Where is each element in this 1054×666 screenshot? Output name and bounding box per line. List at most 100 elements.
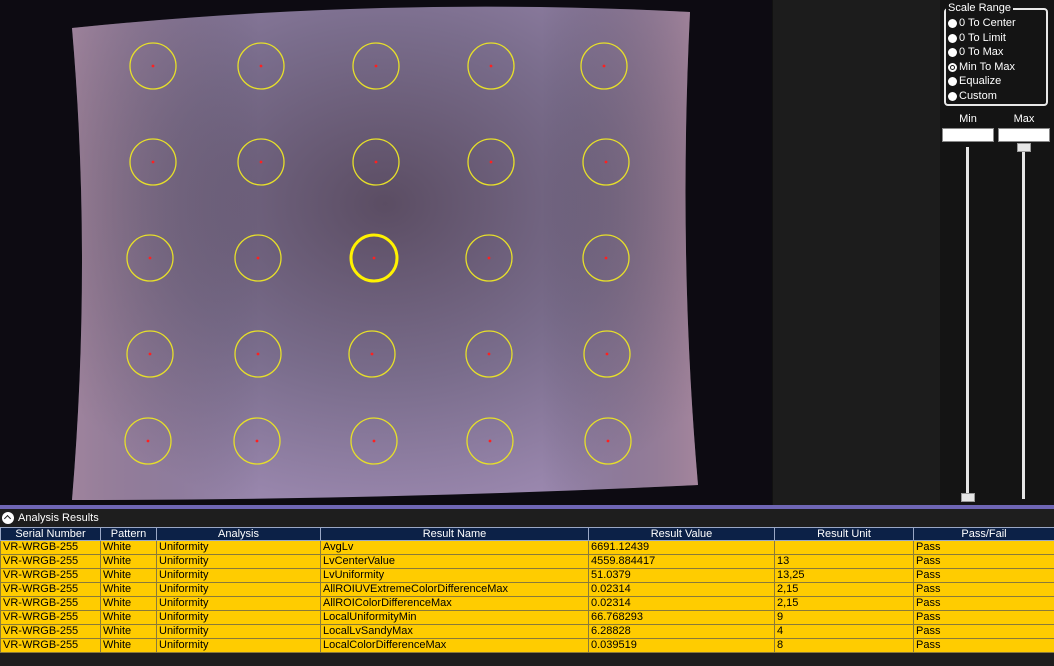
roi-center-dot — [602, 64, 606, 68]
table-header-row: Serial Number Pattern Analysis Result Name R… — [0, 527, 1054, 541]
roi-center-dot — [151, 160, 155, 164]
table-cell: Pass — [913, 596, 1054, 611]
scale-option-custom[interactable]: Custom — [948, 89, 997, 103]
roi-center-dot — [605, 352, 609, 356]
table-row[interactable]: VR-WRGB-255 White Uniformity LocalLvSandyMa… — [0, 624, 1054, 639]
roi-center-dot — [148, 256, 152, 260]
roi-center-dot — [604, 256, 608, 260]
table-cell: White — [100, 638, 157, 653]
radio-icon[interactable] — [948, 47, 957, 57]
table-cell: VR-WRGB-255 — [0, 624, 101, 639]
column-header[interactable]: Pattern — [100, 527, 157, 541]
collapse-chevron-icon[interactable] — [2, 512, 14, 524]
table-cell: Pass — [913, 554, 1054, 569]
table-cell: Uniformity — [156, 624, 321, 639]
column-header[interactable]: Serial Number — [0, 527, 101, 541]
table-cell: 2,15 — [774, 596, 914, 611]
table-cell: VR-WRGB-255 — [0, 610, 101, 625]
column-header[interactable]: Analysis — [156, 527, 321, 541]
table-row[interactable]: VR-WRGB-255 White Uniformity AvgLv 6691.1243… — [0, 540, 1054, 555]
scale-option-0-to-limit[interactable]: 0 To Limit — [948, 31, 1006, 45]
scale-option-min-to-max[interactable]: Min To Max — [948, 60, 1015, 74]
roi-center-dot — [374, 64, 378, 68]
table-cell: 9 — [774, 610, 914, 625]
table-cell: White — [100, 596, 157, 611]
table-cell: AllROIUVExtremeColorDifferenceMax — [320, 582, 589, 597]
table-cell: 4 — [774, 624, 914, 639]
roi-center-dot — [372, 439, 376, 443]
roi-center-dot — [489, 64, 493, 68]
scale-option-0-to-max[interactable]: 0 To Max — [948, 45, 1003, 59]
radio-icon[interactable] — [948, 76, 957, 86]
table-cell: VR-WRGB-255 — [0, 582, 101, 597]
roi-center-dot — [487, 352, 491, 356]
table-cell: 2,15 — [774, 582, 914, 597]
table-cell: Uniformity — [156, 540, 321, 555]
table-cell: Pass — [913, 624, 1054, 639]
scale-range-title: Scale Range — [946, 2, 1013, 15]
table-cell: 6.28828 — [588, 624, 775, 639]
table-cell: VR-WRGB-255 — [0, 554, 101, 569]
roi-center-dot — [255, 439, 259, 443]
table-row[interactable]: VR-WRGB-255 White Uniformity AllROIUVExtrem… — [0, 582, 1054, 597]
roi-center-dot — [256, 256, 260, 260]
max-input[interactable] — [998, 128, 1050, 142]
table-cell: White — [100, 610, 157, 625]
table-cell: AllROIColorDifferenceMax — [320, 596, 589, 611]
table-row[interactable]: VR-WRGB-255 White Uniformity LvUniformity 51… — [0, 568, 1054, 583]
table-row[interactable]: VR-WRGB-255 White Uniformity LvCenterValue 4… — [0, 554, 1054, 569]
table-cell: VR-WRGB-255 — [0, 638, 101, 653]
table-cell: White — [100, 540, 157, 555]
table-cell: 6691.12439 — [588, 540, 775, 555]
roi-center-dot — [151, 64, 155, 68]
roi-center-dot — [259, 64, 263, 68]
table-row[interactable]: VR-WRGB-255 White Uniformity LocalColorDiff… — [0, 638, 1054, 653]
roi-center-dot — [488, 439, 492, 443]
scale-option-0-to-center[interactable]: 0 To Center — [948, 16, 1016, 30]
table-cell: 66.768293 — [588, 610, 775, 625]
table-cell: Pass — [913, 540, 1054, 555]
column-header[interactable]: Result Unit — [774, 527, 914, 541]
table-cell: Uniformity — [156, 638, 321, 653]
max-slider-track[interactable] — [1022, 147, 1025, 499]
table-cell: VR-WRGB-255 — [0, 596, 101, 611]
histogram-panel — [772, 0, 941, 505]
scale-option-label: 0 To Max — [959, 46, 1004, 58]
column-header[interactable]: Result Value — [588, 527, 775, 541]
table-cell: Pass — [913, 610, 1054, 625]
radio-icon[interactable] — [948, 91, 957, 101]
table-cell: White — [100, 624, 157, 639]
roi-center-dot — [606, 439, 610, 443]
table-cell: White — [100, 568, 157, 583]
measurement-image — [72, 6, 698, 501]
table-cell: White — [100, 582, 157, 597]
analysis-results-header[interactable]: Analysis Results — [0, 509, 1054, 527]
min-input[interactable] — [942, 128, 994, 142]
scale-option-equalize[interactable]: Equalize — [948, 74, 1001, 88]
table-cell: 0.02314 — [588, 582, 775, 597]
roi-center-dot — [374, 160, 378, 164]
table-cell: LocalLvSandyMax — [320, 624, 589, 639]
min-slider-thumb[interactable] — [961, 493, 975, 502]
min-label: Min — [959, 113, 977, 125]
table-row[interactable]: VR-WRGB-255 White Uniformity AllROIColorDif… — [0, 596, 1054, 611]
table-cell: LvCenterValue — [320, 554, 589, 569]
column-header[interactable]: Pass/Fail — [913, 527, 1054, 541]
table-cell: Uniformity — [156, 568, 321, 583]
column-header[interactable]: Result Name — [320, 527, 589, 541]
scale-option-label: 0 To Center — [959, 17, 1016, 29]
table-cell: Uniformity — [156, 596, 321, 611]
radio-icon[interactable] — [948, 18, 957, 28]
radio-icon[interactable] — [948, 62, 957, 72]
roi-center-dot — [604, 160, 608, 164]
measurement-image-viewer[interactable] — [0, 0, 772, 505]
table-cell: 0.02314 — [588, 596, 775, 611]
table-row[interactable]: VR-WRGB-255 White Uniformity LocalUniformit… — [0, 610, 1054, 625]
roi-center-dot — [372, 256, 376, 260]
roi-center-dot — [489, 160, 493, 164]
min-slider-track[interactable] — [966, 147, 969, 499]
table-cell: Uniformity — [156, 582, 321, 597]
max-slider-thumb[interactable] — [1017, 143, 1031, 152]
table-cell: VR-WRGB-255 — [0, 568, 101, 583]
radio-icon[interactable] — [948, 33, 957, 43]
